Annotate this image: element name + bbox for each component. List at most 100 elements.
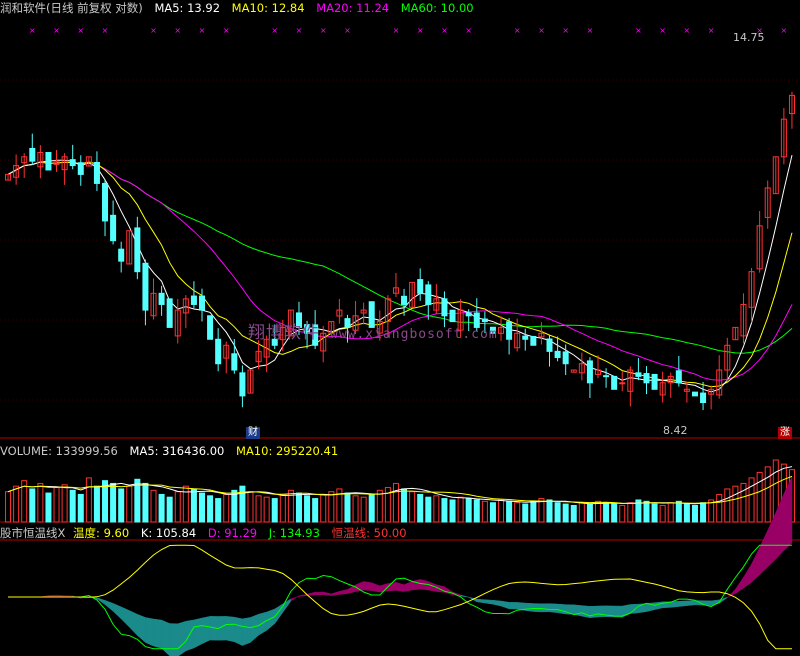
indicator-lines — [8, 476, 793, 656]
hengwen-band-segment — [743, 563, 752, 589]
volume-bar — [643, 500, 650, 523]
indicator-title: 股市恒温线X — [0, 526, 66, 540]
candle-body — [530, 335, 537, 346]
candle-body — [158, 292, 165, 305]
candle-body — [93, 161, 100, 184]
candle-body — [522, 335, 529, 340]
x-marker: × — [417, 26, 424, 35]
candle-body — [546, 338, 553, 352]
volume-bar — [77, 493, 84, 523]
candle-body — [425, 284, 432, 305]
volume-ma-lines — [7, 466, 793, 505]
volume-bar — [603, 502, 610, 523]
indicator-d: D: 91.29 — [207, 526, 258, 540]
cai-marker[interactable]: 财 — [246, 427, 260, 439]
hengwen-band-segment — [177, 620, 187, 656]
hengwen-band-segment — [120, 606, 130, 628]
volume-ma5: MA5: 316436.00 — [129, 444, 225, 458]
volume-bar — [215, 498, 222, 523]
hengwen-band-segment — [395, 582, 405, 592]
volume-bar — [312, 498, 319, 523]
volume-bar — [465, 498, 472, 523]
volume-bar — [295, 492, 302, 523]
x-marker: × — [53, 26, 60, 35]
hengwen-band-segment — [185, 619, 195, 652]
hengwen-band-segment — [242, 617, 251, 646]
candle-body — [166, 298, 173, 328]
x-marker: × — [344, 26, 351, 35]
x-marker: × — [29, 26, 36, 35]
hengwen-band-segment — [298, 593, 308, 597]
candle-body — [401, 295, 408, 305]
candle-body — [635, 372, 642, 377]
volume-bar — [85, 477, 92, 523]
hengwen-band-segment — [282, 598, 292, 614]
candle-body — [619, 382, 626, 385]
volume-bar — [352, 495, 359, 523]
volume-bar — [45, 492, 52, 523]
volume-legend: VOLUME: 133999.56 MA5: 316436.00 MA10: 2… — [0, 443, 346, 459]
volume-bar — [376, 489, 383, 523]
hengwen-band-segment — [460, 594, 469, 598]
x-marker: × — [296, 26, 303, 35]
hengwen-band-segment — [686, 600, 696, 606]
volume-bar — [360, 496, 367, 523]
candle-body — [643, 373, 650, 384]
volume-bar — [279, 493, 286, 523]
candle-body — [29, 147, 36, 162]
x-marker: × — [562, 26, 569, 35]
hengwen-band-segment — [48, 594, 57, 597]
hengwen-band-segment — [403, 580, 413, 592]
volume-bar — [409, 491, 416, 523]
volume-bar — [29, 488, 36, 523]
hengwen-band-segment — [525, 602, 534, 612]
volume-bar — [13, 485, 20, 523]
hengwen-band-segment — [137, 613, 146, 644]
volume-bar — [586, 503, 593, 523]
candle-body — [691, 391, 698, 397]
main-legend: 润和软件(日线 前复权 对数) MA5: 13.92 MA10: 12.84 M… — [0, 0, 482, 16]
hengwen-band-segment — [613, 605, 623, 618]
candle-body — [45, 152, 52, 171]
hengwen-band-segment — [508, 602, 518, 610]
x-marker: × — [635, 26, 642, 35]
ma20-polyline — [7, 161, 793, 381]
x-marker: × — [659, 26, 666, 35]
x-marker: × — [514, 26, 521, 35]
x-marker: × — [684, 26, 691, 35]
volume-bar — [530, 500, 537, 523]
candle-body — [562, 351, 569, 365]
volume-bar — [417, 493, 424, 523]
volume-bar — [158, 493, 165, 523]
hengwen-band-segment — [225, 616, 235, 643]
low-price-label: 8.42 — [663, 424, 688, 437]
hengwen-band-segment — [322, 591, 332, 596]
zhang-marker[interactable]: 涨 — [778, 427, 792, 439]
volume-bar — [651, 503, 658, 523]
legend-ma5: MA5: 13.92 — [154, 1, 221, 15]
hengwen-band-segment — [104, 600, 114, 612]
volume-bar — [441, 498, 448, 523]
hengwen-band-segment — [654, 601, 663, 610]
volume-bar — [433, 495, 440, 523]
hengwen-band-segment — [145, 617, 154, 647]
watermark: 翔博软件 www.xiangbosoft.com — [248, 318, 498, 343]
volume-bar — [748, 477, 755, 523]
volume-bar — [110, 482, 117, 523]
x-marker: × — [174, 26, 181, 35]
volume-bar — [368, 493, 375, 523]
candle-body — [611, 375, 618, 390]
volume-bar — [126, 485, 133, 523]
hengwen-band-segment — [541, 603, 550, 613]
x-marker: × — [781, 26, 788, 35]
watermark-cn: 翔博软件 — [248, 323, 320, 343]
volume-bar — [328, 491, 335, 523]
hengwen-band-segment — [759, 530, 768, 576]
candle-body — [198, 295, 206, 311]
candle-body — [700, 392, 707, 404]
volume-bar — [594, 500, 602, 523]
candle-body — [651, 373, 658, 390]
volume-bar — [522, 503, 529, 523]
candle-body — [142, 262, 149, 311]
candle-body — [417, 279, 424, 294]
